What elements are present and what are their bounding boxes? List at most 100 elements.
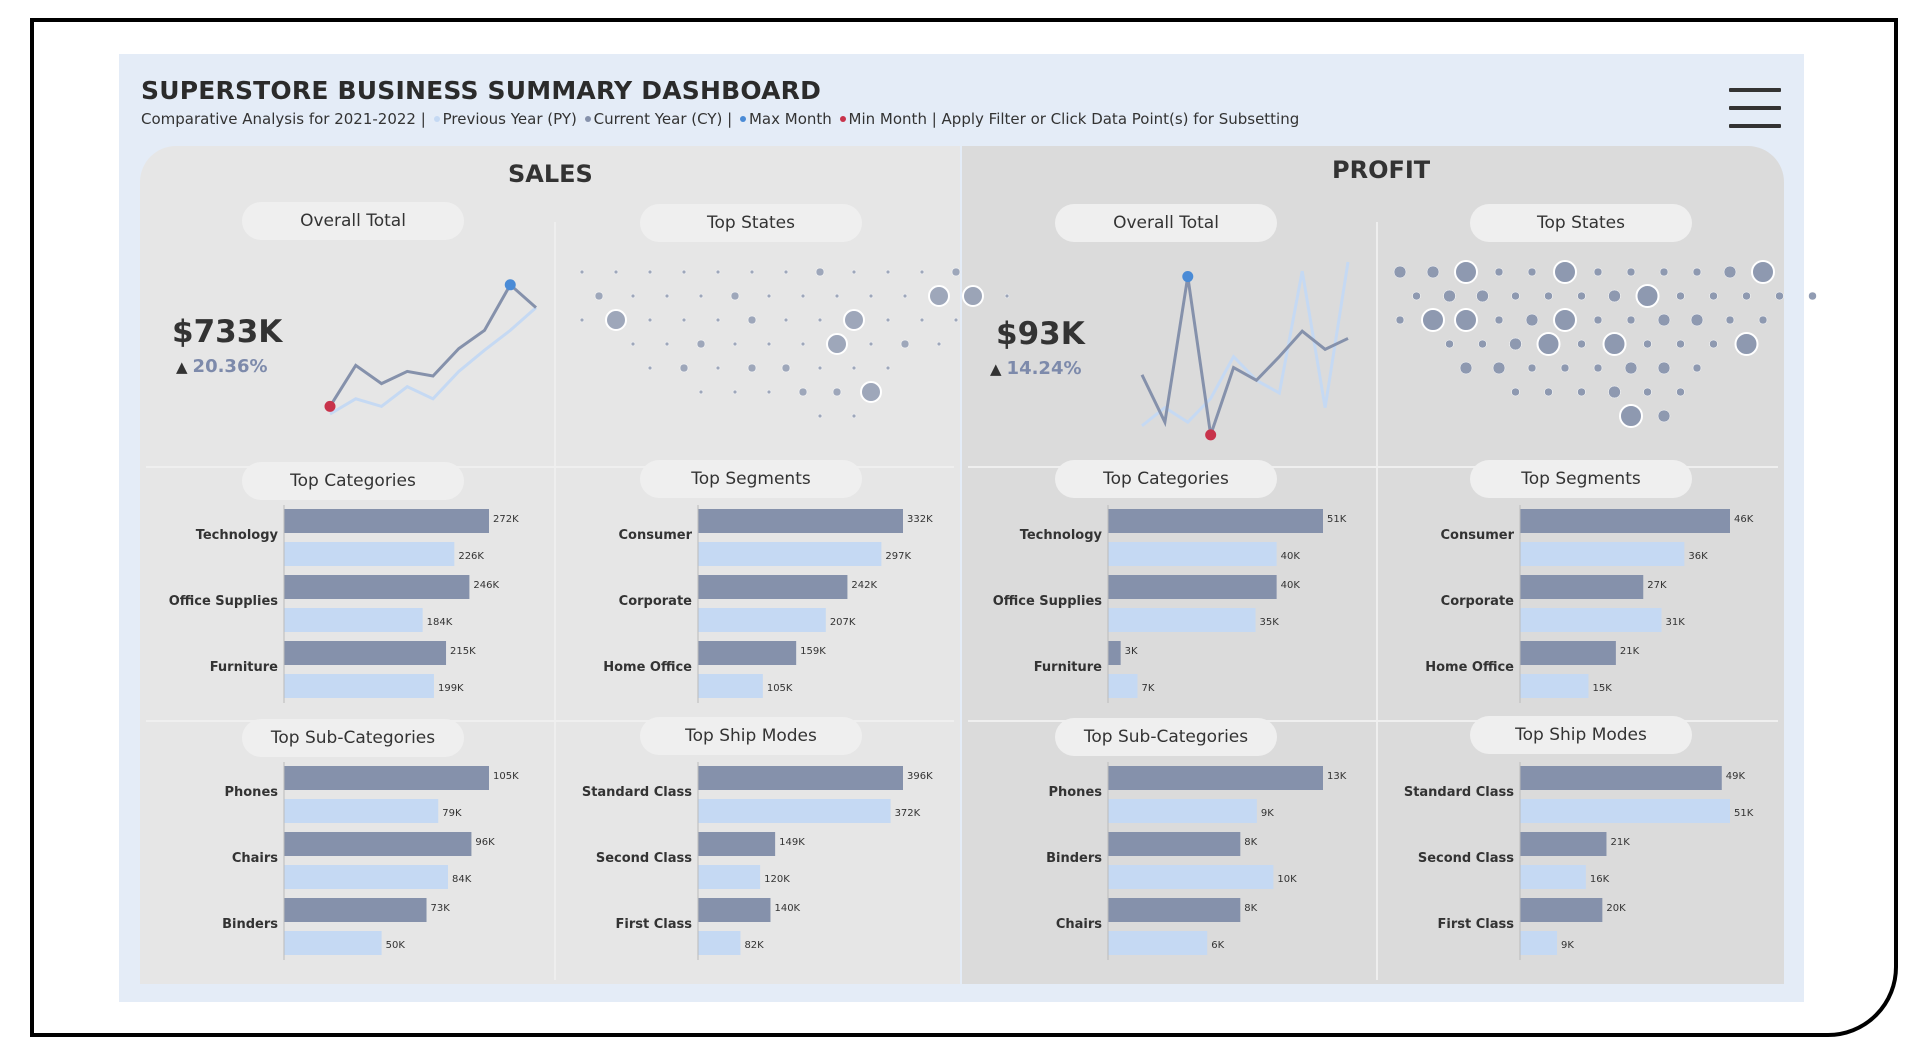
state-bubble[interactable] [834, 293, 840, 299]
state-bubble[interactable] [1511, 387, 1520, 397]
state-bubble[interactable] [1692, 363, 1702, 373]
state-bubble[interactable] [1690, 313, 1704, 327]
state-bubble[interactable] [1454, 308, 1478, 332]
state-bubble[interactable] [1527, 363, 1537, 373]
bar-current-year[interactable] [1108, 641, 1121, 665]
bar-previous-year[interactable] [698, 931, 741, 955]
state-bubble[interactable] [1602, 332, 1627, 356]
state-bubble[interactable] [851, 269, 857, 275]
bar-previous-year[interactable] [1108, 931, 1208, 955]
state-bubble[interactable] [1593, 267, 1603, 277]
state-bubble[interactable] [1478, 339, 1487, 349]
state-bubble[interactable] [1751, 260, 1775, 284]
state-bubble[interactable] [715, 365, 721, 371]
state-bubble[interactable] [1426, 265, 1440, 279]
bar-previous-year[interactable] [698, 865, 761, 889]
bar-current-year[interactable] [1108, 766, 1323, 790]
state-bubble[interactable] [1619, 404, 1643, 428]
bar-previous-year[interactable] [1108, 674, 1138, 698]
state-bubble[interactable] [800, 293, 806, 299]
state-bubble[interactable] [681, 269, 687, 275]
sales-top-segments-pill[interactable]: Top Segments [640, 460, 862, 498]
state-bubble[interactable] [747, 315, 757, 325]
bar-previous-year[interactable] [698, 799, 891, 823]
state-bubble[interactable] [715, 317, 721, 323]
state-bubble[interactable] [1393, 265, 1407, 279]
state-bubble[interactable] [1626, 315, 1636, 325]
state-bubble[interactable] [817, 413, 823, 419]
state-bubble[interactable] [647, 365, 653, 371]
state-bubble[interactable] [902, 293, 908, 299]
state-bubble[interactable] [1454, 260, 1478, 284]
profit-top-categories-pill[interactable]: Top Categories [1055, 460, 1277, 498]
state-bubble[interactable] [936, 341, 942, 347]
bar-current-year[interactable] [698, 832, 776, 856]
state-bubble[interactable] [1643, 339, 1652, 349]
state-bubble[interactable] [798, 387, 808, 397]
state-bubble[interactable] [1709, 339, 1718, 349]
state-bubble[interactable] [696, 339, 706, 349]
state-bubble[interactable] [747, 363, 757, 373]
state-bubble[interactable] [766, 341, 772, 347]
bar-current-year[interactable] [1108, 898, 1241, 922]
state-bubble[interactable] [783, 317, 789, 323]
state-bubble[interactable] [766, 389, 772, 395]
state-bubble[interactable] [679, 363, 689, 373]
bar-previous-year[interactable] [1108, 542, 1277, 566]
state-bubble[interactable] [800, 341, 806, 347]
state-bubble[interactable] [1626, 267, 1636, 277]
state-bubble[interactable] [1734, 332, 1759, 356]
state-bubble[interactable] [1593, 363, 1603, 373]
state-bubble[interactable] [781, 363, 791, 373]
state-bubble[interactable] [1412, 291, 1421, 301]
bar-previous-year[interactable] [284, 674, 434, 698]
state-bubble[interactable] [951, 267, 961, 277]
bar-previous-year[interactable] [698, 542, 882, 566]
state-bubble[interactable] [698, 389, 704, 395]
state-bubble[interactable] [732, 341, 738, 347]
state-bubble[interactable] [1577, 339, 1586, 349]
max-month-point[interactable] [504, 279, 516, 291]
sales-top-shipmodes-chart[interactable]: Standard Class 396K 372K Second Class 149K 12… [560, 762, 960, 972]
bar-current-year[interactable] [1520, 898, 1603, 922]
bar-current-year[interactable] [284, 766, 489, 790]
state-bubble[interactable] [1421, 308, 1445, 332]
state-bubble[interactable] [885, 365, 891, 371]
profit-top-segments-pill[interactable]: Top Segments [1470, 460, 1692, 498]
state-bubble[interactable] [962, 285, 984, 307]
state-bubble[interactable] [885, 269, 891, 275]
bar-previous-year[interactable] [284, 865, 448, 889]
bar-previous-year[interactable] [284, 799, 439, 823]
bar-previous-year[interactable] [1108, 799, 1257, 823]
bar-previous-year[interactable] [698, 674, 763, 698]
state-bubble[interactable] [594, 291, 604, 301]
bar-previous-year[interactable] [284, 542, 455, 566]
bar-current-year[interactable] [1520, 832, 1607, 856]
bar-previous-year[interactable] [1520, 931, 1558, 955]
state-bubble[interactable] [579, 317, 585, 323]
state-bubble[interactable] [647, 269, 653, 275]
state-bubble[interactable] [885, 317, 891, 323]
state-bubble[interactable] [953, 317, 959, 323]
sales-top-subcategories-pill[interactable]: Top Sub-Categories [242, 719, 464, 757]
state-bubble[interactable] [1643, 387, 1652, 397]
profit-trend-chart[interactable] [1140, 258, 1350, 448]
state-bubble[interactable] [749, 269, 755, 275]
bar-current-year[interactable] [698, 641, 797, 665]
state-bubble[interactable] [1608, 289, 1621, 303]
state-bubble[interactable] [1525, 313, 1539, 327]
state-bubble[interactable] [1494, 267, 1504, 277]
profit-top-categories-chart[interactable]: Technology 51K 40K Office Supplies 40K 35K Fur… [970, 505, 1370, 705]
state-bubble[interactable] [815, 267, 825, 277]
state-bubble[interactable] [783, 269, 789, 275]
state-bubble[interactable] [826, 333, 848, 355]
profit-states-map[interactable] [1388, 260, 1817, 450]
state-bubble[interactable] [928, 285, 950, 307]
max-month-point[interactable] [1182, 271, 1194, 283]
state-bubble[interactable] [1657, 361, 1671, 375]
state-bubble[interactable] [579, 269, 585, 275]
state-bubble[interactable] [732, 389, 738, 395]
state-bubble[interactable] [1527, 267, 1537, 277]
min-month-point[interactable] [1205, 429, 1217, 441]
state-bubble[interactable] [1476, 289, 1489, 303]
